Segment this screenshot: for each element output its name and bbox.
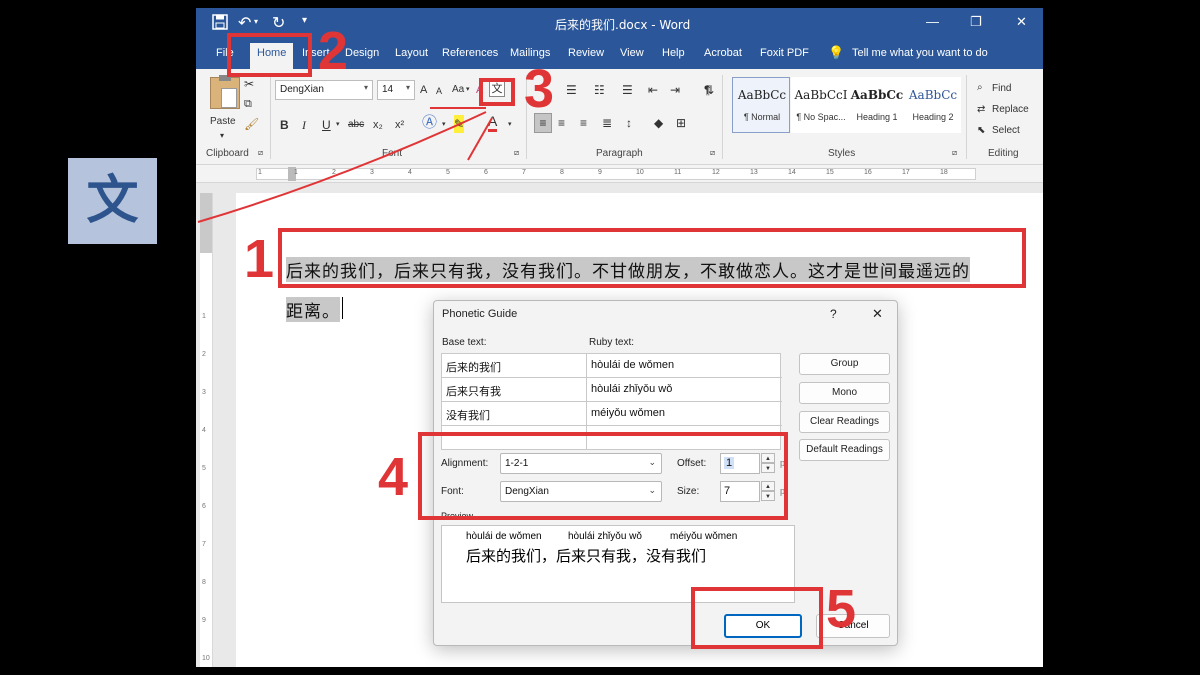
step-number-5: 5	[826, 579, 857, 639]
step-number-1: 1	[244, 229, 275, 289]
annotation-arrow	[467, 117, 493, 161]
annotation-box-phonetic-guide-button	[479, 78, 515, 106]
annotation-box-alignment-settings	[418, 432, 788, 520]
annotation-arrow	[197, 111, 487, 223]
step-number-2: 2	[318, 21, 349, 81]
annotation-box-home-tab	[227, 33, 312, 77]
step-number-3: 3	[524, 59, 555, 119]
step-number-4: 4	[378, 447, 409, 507]
annotation-box-selected-text	[278, 228, 1026, 288]
annotation-arrows	[197, 107, 493, 223]
annotation-box-ok-button	[691, 587, 823, 649]
